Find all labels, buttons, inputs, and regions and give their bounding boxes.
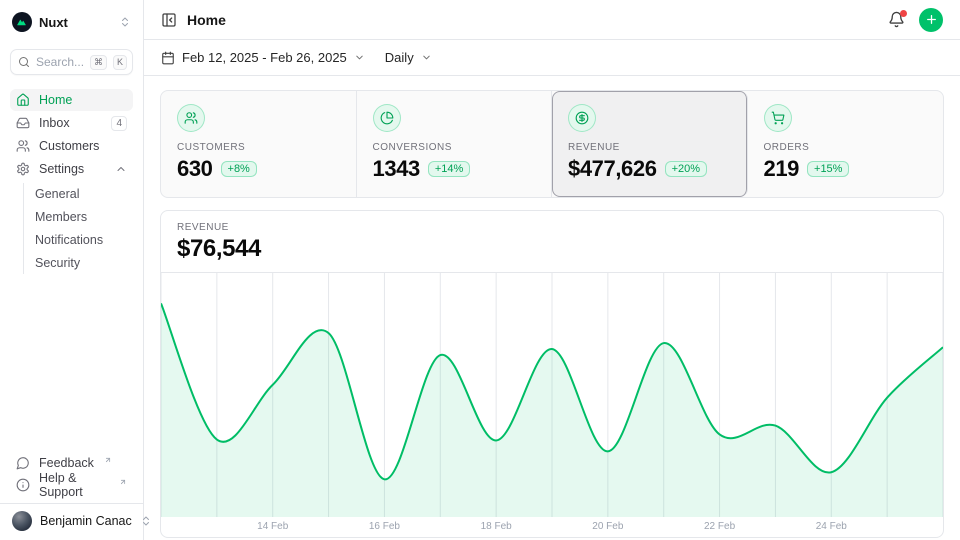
panel-left-close-icon: [161, 12, 177, 28]
stat-value: 630: [177, 156, 213, 182]
toolbar: Feb 12, 2025 - Feb 26, 2025 Daily: [144, 40, 960, 76]
sidebar-item-customers[interactable]: Customers: [10, 135, 133, 157]
home-icon: [16, 93, 30, 107]
sidebar-nav: Home Inbox 4 Customers Settings: [10, 89, 133, 274]
stat-label: REVENUE: [568, 142, 731, 153]
message-circle-icon: [16, 456, 30, 470]
gear-icon: [16, 162, 30, 176]
sidebar-collapse-button[interactable]: [161, 12, 177, 28]
chart-label: REVENUE: [177, 222, 927, 233]
pie-chart-icon: [373, 104, 401, 132]
chart-canvas[interactable]: [161, 273, 943, 517]
granularity-select[interactable]: Daily: [385, 50, 432, 65]
sidebar-item-home[interactable]: Home: [10, 89, 133, 111]
revenue-chart-card: REVENUE $76,544 14 Feb 16 Feb 18 Feb 20 Feb…: [160, 210, 944, 538]
feedback-link[interactable]: Feedback: [10, 451, 133, 473]
stat-value: 219: [764, 156, 800, 182]
sidebar-item-security[interactable]: Security: [35, 252, 133, 274]
chevron-down-icon: [421, 52, 432, 63]
stat-card-orders[interactable]: ORDERS 219 +15%: [748, 91, 944, 197]
users-icon: [16, 139, 30, 153]
user-menu[interactable]: Benjamin Canac: [0, 503, 143, 538]
search-placeholder: Search...: [36, 55, 84, 69]
sidebar-item-members[interactable]: Members: [35, 206, 133, 228]
footer-link-label: Feedback: [39, 456, 94, 470]
sidebar-footer: Feedback Help & Support Benjamin Canac: [10, 451, 133, 538]
x-tick-label: 24 Feb: [816, 521, 847, 532]
kbd-cmd: ⌘: [90, 55, 107, 70]
stat-delta-badge: +8%: [221, 161, 257, 177]
x-tick-label: 16 Feb: [369, 521, 400, 532]
search-icon: [18, 56, 30, 68]
x-tick-label: 22 Feb: [704, 521, 735, 532]
stat-label: CUSTOMERS: [177, 142, 340, 153]
chevron-down-icon: [354, 52, 365, 63]
granularity-label: Daily: [385, 50, 414, 65]
page-title: Home: [187, 12, 226, 28]
help-support-link[interactable]: Help & Support: [10, 473, 133, 495]
users-icon: [177, 104, 205, 132]
stat-card-revenue[interactable]: REVENUE $477,626 +20%: [552, 91, 748, 197]
search-input[interactable]: Search... ⌘ K: [10, 49, 133, 75]
stats-row: CUSTOMERS 630 +8% CONVERSIONS 1343 +14%: [160, 90, 944, 198]
add-button[interactable]: [919, 8, 943, 32]
stat-card-conversions[interactable]: CONVERSIONS 1343 +14%: [357, 91, 553, 197]
info-icon: [16, 478, 30, 492]
date-range-label: Feb 12, 2025 - Feb 26, 2025: [182, 50, 347, 65]
plus-icon: [925, 13, 938, 26]
settings-subnav: General Members Notifications Security: [23, 183, 133, 274]
team-name: Nuxt: [39, 15, 68, 30]
chevrons-up-down-icon: [119, 16, 131, 28]
chevron-up-icon: [115, 163, 127, 175]
x-tick-label: 18 Feb: [481, 521, 512, 532]
avatar: [12, 511, 32, 531]
chart-value: $76,544: [177, 235, 927, 263]
stat-delta-badge: +15%: [807, 161, 849, 177]
content: CUSTOMERS 630 +8% CONVERSIONS 1343 +14%: [144, 76, 960, 540]
stat-label: ORDERS: [764, 142, 928, 153]
user-name: Benjamin Canac: [40, 514, 132, 528]
sidebar-item-label: Customers: [39, 139, 99, 153]
app-root: Nuxt Search... ⌘ K Home: [0, 0, 960, 540]
sidebar-item-settings[interactable]: Settings: [10, 158, 133, 180]
calendar-icon: [161, 51, 175, 65]
external-link-icon: [104, 456, 112, 464]
kbd-k: K: [113, 55, 127, 70]
sidebar-item-notifications[interactable]: Notifications: [35, 229, 133, 251]
footer-link-label: Help & Support: [39, 471, 109, 499]
team-selector[interactable]: Nuxt: [10, 10, 133, 34]
stat-delta-badge: +14%: [428, 161, 470, 177]
topbar: Home: [144, 0, 960, 40]
sidebar: Nuxt Search... ⌘ K Home: [0, 0, 144, 540]
date-range-picker[interactable]: Feb 12, 2025 - Feb 26, 2025: [161, 50, 365, 65]
stat-value: $477,626: [568, 156, 657, 182]
external-link-icon: [119, 478, 127, 486]
dollar-circle-icon: [568, 104, 596, 132]
revenue-area-chart[interactable]: [161, 273, 943, 517]
sidebar-item-label: Settings: [39, 162, 84, 176]
sidebar-item-label: Inbox: [39, 116, 70, 130]
notification-dot: [900, 10, 907, 17]
inbox-icon: [16, 116, 30, 130]
x-tick-label: 14 Feb: [257, 521, 288, 532]
sidebar-item-general[interactable]: General: [35, 183, 133, 205]
topbar-actions: [888, 8, 943, 32]
notifications-button[interactable]: [888, 11, 905, 28]
nuxt-logo-icon: [12, 12, 32, 32]
stat-value: 1343: [373, 156, 420, 182]
sidebar-item-inbox[interactable]: Inbox 4: [10, 112, 133, 134]
stat-card-customers[interactable]: CUSTOMERS 630 +8%: [161, 91, 357, 197]
inbox-count-badge: 4: [111, 116, 127, 131]
chart-header: REVENUE $76,544: [161, 211, 943, 273]
chart-x-axis: 14 Feb 16 Feb 18 Feb 20 Feb 22 Feb 24 Feb: [161, 517, 943, 537]
x-tick-label: 20 Feb: [592, 521, 623, 532]
stat-delta-badge: +20%: [665, 161, 707, 177]
shopping-cart-icon: [764, 104, 792, 132]
main-area: Home Feb 12, 2025 - Feb 26, 2025: [144, 0, 960, 540]
stat-label: CONVERSIONS: [373, 142, 536, 153]
sidebar-item-label: Home: [39, 93, 72, 107]
